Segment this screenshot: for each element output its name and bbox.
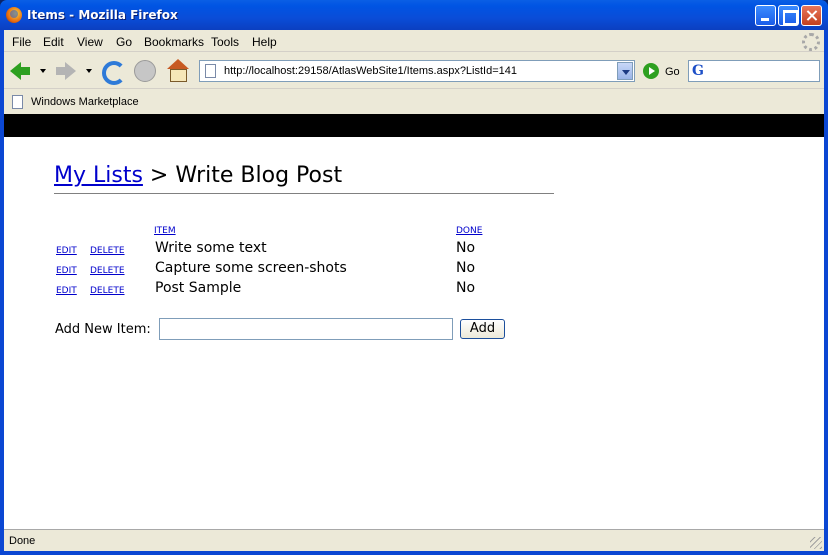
item-done: No	[456, 280, 476, 296]
bookmark-windows-marketplace[interactable]: Windows Marketplace	[31, 96, 139, 108]
menu-bar: File Edit View Go Bookmarks Tools Help	[4, 30, 824, 52]
edit-link[interactable]: EDIT	[56, 266, 77, 276]
column-header-done[interactable]: DONE	[456, 226, 482, 236]
edit-link[interactable]: EDIT	[56, 246, 77, 256]
menu-edit[interactable]: Edit	[43, 35, 64, 49]
throbber-icon	[802, 33, 820, 51]
bookmark-page-icon	[12, 95, 23, 109]
column-header-item[interactable]: ITEM	[154, 226, 176, 236]
address-dropdown-icon[interactable]	[617, 62, 633, 80]
page-content: My Lists > Write Blog Post ITEM DONE EDI…	[4, 114, 824, 529]
maximize-button[interactable]	[778, 5, 799, 26]
delete-link[interactable]: DELETE	[90, 266, 125, 276]
status-bar: Done	[4, 529, 824, 551]
table-row: EDIT DELETE Post Sample No	[4, 280, 824, 300]
menu-bookmarks[interactable]: Bookmarks	[144, 35, 204, 49]
close-button[interactable]	[801, 5, 822, 26]
firefox-icon	[6, 7, 22, 23]
status-text: Done	[9, 535, 36, 547]
add-button[interactable]: Add	[460, 319, 505, 339]
minimize-button[interactable]	[755, 5, 776, 26]
item-done: No	[456, 240, 476, 256]
home-icon[interactable]	[166, 59, 190, 83]
menu-help[interactable]: Help	[252, 35, 277, 49]
page-title: My Lists > Write Blog Post	[54, 163, 554, 194]
address-url[interactable]: http://localhost:29158/AtlasWebSite1/Ite…	[224, 65, 517, 77]
table-row: EDIT DELETE Capture some screen-shots No	[4, 260, 824, 280]
item-text: Capture some screen-shots	[155, 260, 347, 276]
title-bar: Items - Mozilla Firefox	[0, 0, 828, 30]
search-input[interactable]: G	[688, 60, 820, 82]
table-row: EDIT DELETE Write some text No	[4, 240, 824, 260]
menu-go[interactable]: Go	[116, 35, 132, 49]
forward-arrow-icon[interactable]	[54, 59, 78, 83]
forward-history-dropdown-icon[interactable]	[86, 59, 94, 83]
menu-file[interactable]: File	[12, 35, 31, 49]
window-title: Items - Mozilla Firefox	[27, 8, 178, 22]
google-search-icon[interactable]: G	[692, 63, 704, 79]
new-item-input[interactable]	[159, 318, 453, 340]
delete-link[interactable]: DELETE	[90, 246, 125, 256]
edit-link[interactable]: EDIT	[56, 286, 77, 296]
delete-link[interactable]: DELETE	[90, 286, 125, 296]
stop-icon[interactable]	[133, 59, 157, 83]
page-icon	[205, 64, 216, 78]
bookmarks-toolbar: Windows Marketplace	[4, 90, 824, 114]
back-arrow-icon[interactable]	[8, 59, 32, 83]
go-arrow-icon[interactable]	[643, 63, 659, 79]
back-history-dropdown-icon[interactable]	[40, 59, 48, 83]
item-text: Post Sample	[155, 280, 242, 296]
address-bar[interactable]: http://localhost:29158/AtlasWebSite1/Ite…	[199, 60, 635, 82]
list-title: Write Blog Post	[175, 163, 343, 188]
menu-tools[interactable]: Tools	[211, 35, 239, 49]
go-button-label[interactable]: Go	[665, 66, 680, 78]
reload-icon[interactable]	[100, 59, 126, 85]
page-header-bar	[4, 114, 824, 137]
item-done: No	[456, 260, 476, 276]
breadcrumb-separator: >	[149, 163, 169, 188]
my-lists-link[interactable]: My Lists	[54, 163, 143, 188]
resize-grip-icon[interactable]	[810, 537, 822, 549]
item-text: Write some text	[155, 240, 267, 256]
add-new-item-label: Add New Item:	[55, 322, 151, 337]
menu-view[interactable]: View	[77, 35, 103, 49]
